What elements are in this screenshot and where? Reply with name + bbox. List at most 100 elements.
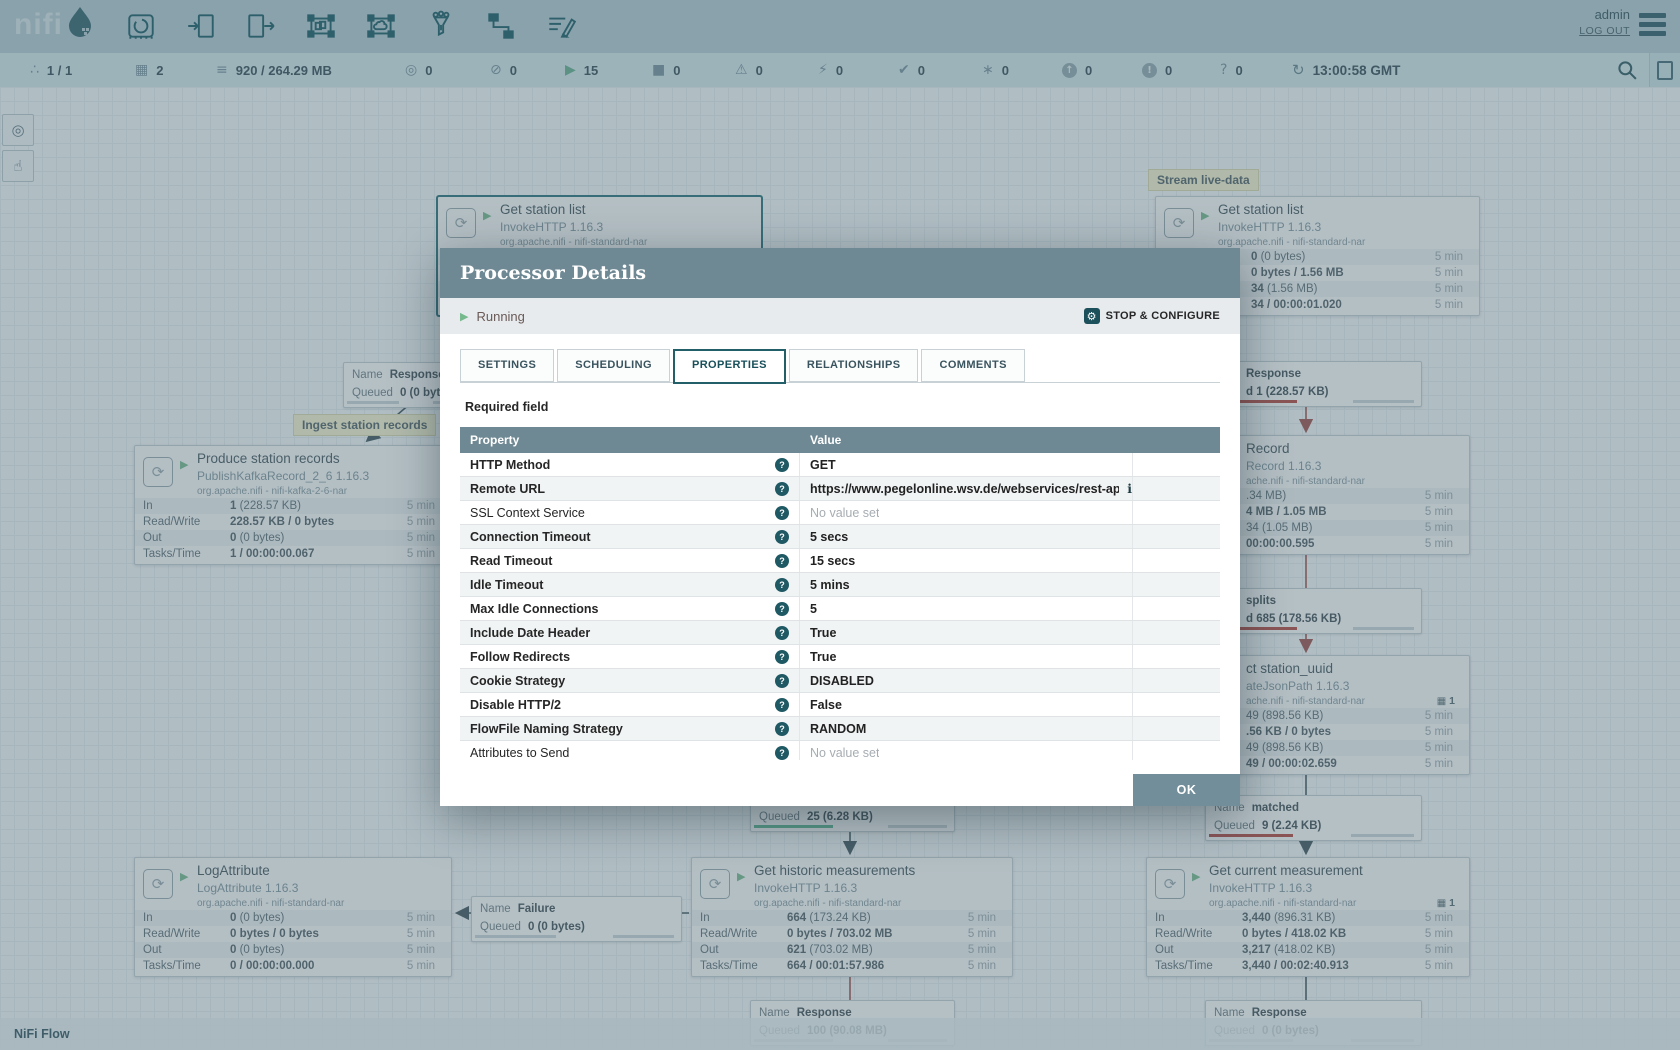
property-row: Disable HTTP/2? False	[460, 693, 1220, 717]
property-cell: Idle Timeout?	[460, 573, 800, 596]
property-row: FlowFile Naming Strategy? RANDOM	[460, 717, 1220, 741]
tab-properties[interactable]: PROPERTIES	[673, 349, 786, 384]
property-cell: Remote URL?	[460, 477, 800, 500]
property-name: FlowFile Naming Strategy	[470, 722, 623, 736]
property-value: 15 secs	[810, 554, 855, 568]
property-row: HTTP Method? GET	[460, 453, 1220, 477]
property-row: Include Date Header? True	[460, 621, 1220, 645]
actions-cell	[1133, 501, 1220, 524]
actions-cell	[1133, 669, 1220, 692]
property-value: True	[810, 650, 836, 664]
column-actions	[1133, 427, 1220, 453]
processor-details-dialog: Processor Details ▶ Running ⚙ STOP & CON…	[440, 248, 1240, 806]
actions-cell	[1133, 573, 1220, 596]
value-cell: GET	[800, 453, 1133, 476]
tab-relationships[interactable]: RELATIONSHIPS	[789, 349, 919, 382]
property-name: Disable HTTP/2	[470, 698, 561, 712]
table-header: Property Value	[460, 427, 1220, 453]
actions-cell	[1133, 621, 1220, 644]
property-name: HTTP Method	[470, 458, 550, 472]
property-value: https://www.pegelonline.wsv.de/webservic…	[810, 482, 1119, 496]
dialog-status-bar: ▶ Running ⚙ STOP & CONFIGURE	[440, 298, 1240, 334]
property-cell: Attributes to Send?	[460, 741, 800, 760]
actions-cell	[1133, 525, 1220, 548]
property-row: Max Idle Connections?5	[460, 597, 1220, 621]
property-value: No value set	[810, 506, 879, 520]
help-icon[interactable]: ?	[775, 722, 789, 736]
actions-cell	[1133, 453, 1220, 476]
run-status-label: Running	[476, 309, 524, 324]
property-value: RANDOM	[810, 722, 866, 736]
actions-cell	[1133, 693, 1220, 716]
property-value: 5 secs	[810, 530, 848, 544]
property-value: 5	[810, 602, 817, 616]
value-cell: False	[800, 693, 1133, 716]
tab-scheduling[interactable]: SCHEDULING	[557, 349, 670, 382]
value-cell: 5 secs	[800, 525, 1133, 548]
info-icon[interactable]: i	[1127, 481, 1132, 496]
value-cell: True	[800, 645, 1133, 668]
property-name: Attributes to Send	[470, 746, 569, 760]
property-value: DISABLED	[810, 674, 874, 688]
table-body: HTTP Method? GET Remote URL? https://www.pe…	[460, 453, 1220, 760]
property-value: No value set	[810, 746, 879, 760]
help-icon[interactable]: ?	[775, 626, 789, 640]
help-icon[interactable]: ?	[775, 698, 789, 712]
property-row: SSL Context Service? No value set	[460, 501, 1220, 525]
help-icon[interactable]: ?	[775, 674, 789, 688]
nifi-app: nifi admin LOG OUT ↻ 13:00:58 GMT ∴1 / 1…	[0, 0, 1680, 1050]
help-icon[interactable]: ?	[775, 458, 789, 472]
value-cell: No value set	[800, 741, 1133, 760]
column-value: Value	[800, 427, 1133, 453]
property-row: Attributes to Send? No value set	[460, 741, 1220, 760]
help-icon[interactable]: ?	[775, 482, 789, 496]
value-cell: 5	[800, 597, 1133, 620]
property-cell: Follow Redirects?	[460, 645, 800, 668]
stop-configure-button[interactable]: STOP & CONFIGURE	[1106, 310, 1220, 322]
property-cell: Connection Timeout?	[460, 525, 800, 548]
property-cell: Read Timeout?	[460, 549, 800, 572]
ok-button[interactable]: OK	[1133, 774, 1240, 806]
value-cell: True	[800, 621, 1133, 644]
property-name: Remote URL	[470, 482, 545, 496]
property-row: Connection Timeout? 5 secs	[460, 525, 1220, 549]
tab-settings[interactable]: SETTINGS	[460, 349, 554, 382]
actions-cell	[1133, 549, 1220, 572]
dialog-tabs: SETTINGSSCHEDULINGPROPERTIESRELATIONSHIP…	[460, 349, 1025, 384]
column-property: Property	[460, 427, 800, 453]
properties-table: Property Value HTTP Method? GET Remote URL…	[460, 427, 1220, 760]
help-icon[interactable]: ?	[775, 602, 789, 616]
stop-configure-icon: ⚙	[1084, 308, 1100, 324]
property-name: Cookie Strategy	[470, 674, 565, 688]
property-name: SSL Context Service	[470, 506, 585, 520]
dialog-title: Processor Details	[440, 248, 1240, 298]
running-status-icon: ▶	[460, 310, 468, 323]
property-cell: Cookie Strategy?	[460, 669, 800, 692]
help-icon[interactable]: ?	[775, 578, 789, 592]
value-cell: https://www.pegelonline.wsv.de/webservic…	[800, 477, 1133, 500]
property-row: Cookie Strategy? DISABLED	[460, 669, 1220, 693]
value-cell: DISABLED	[800, 669, 1133, 692]
property-name: Idle Timeout	[470, 578, 543, 592]
actions-cell	[1133, 597, 1220, 620]
property-value: GET	[810, 458, 836, 472]
property-name: Follow Redirects	[470, 650, 570, 664]
help-icon[interactable]: ?	[775, 530, 789, 544]
tab-comments[interactable]: COMMENTS	[921, 349, 1024, 382]
help-icon[interactable]: ?	[775, 554, 789, 568]
help-icon[interactable]: ?	[775, 746, 789, 760]
property-name: Connection Timeout	[470, 530, 591, 544]
property-cell: HTTP Method?	[460, 453, 800, 476]
property-row: Remote URL? https://www.pegelonline.wsv.d…	[460, 477, 1220, 501]
property-value: False	[810, 698, 842, 712]
property-row: Follow Redirects? True	[460, 645, 1220, 669]
property-cell: Disable HTTP/2?	[460, 693, 800, 716]
property-name: Include Date Header	[470, 626, 590, 640]
property-cell: SSL Context Service?	[460, 501, 800, 524]
help-icon[interactable]: ?	[775, 650, 789, 664]
property-name: Read Timeout	[470, 554, 552, 568]
help-icon[interactable]: ?	[775, 506, 789, 520]
actions-cell	[1133, 477, 1220, 500]
actions-cell	[1133, 645, 1220, 668]
value-cell: RANDOM	[800, 717, 1133, 740]
